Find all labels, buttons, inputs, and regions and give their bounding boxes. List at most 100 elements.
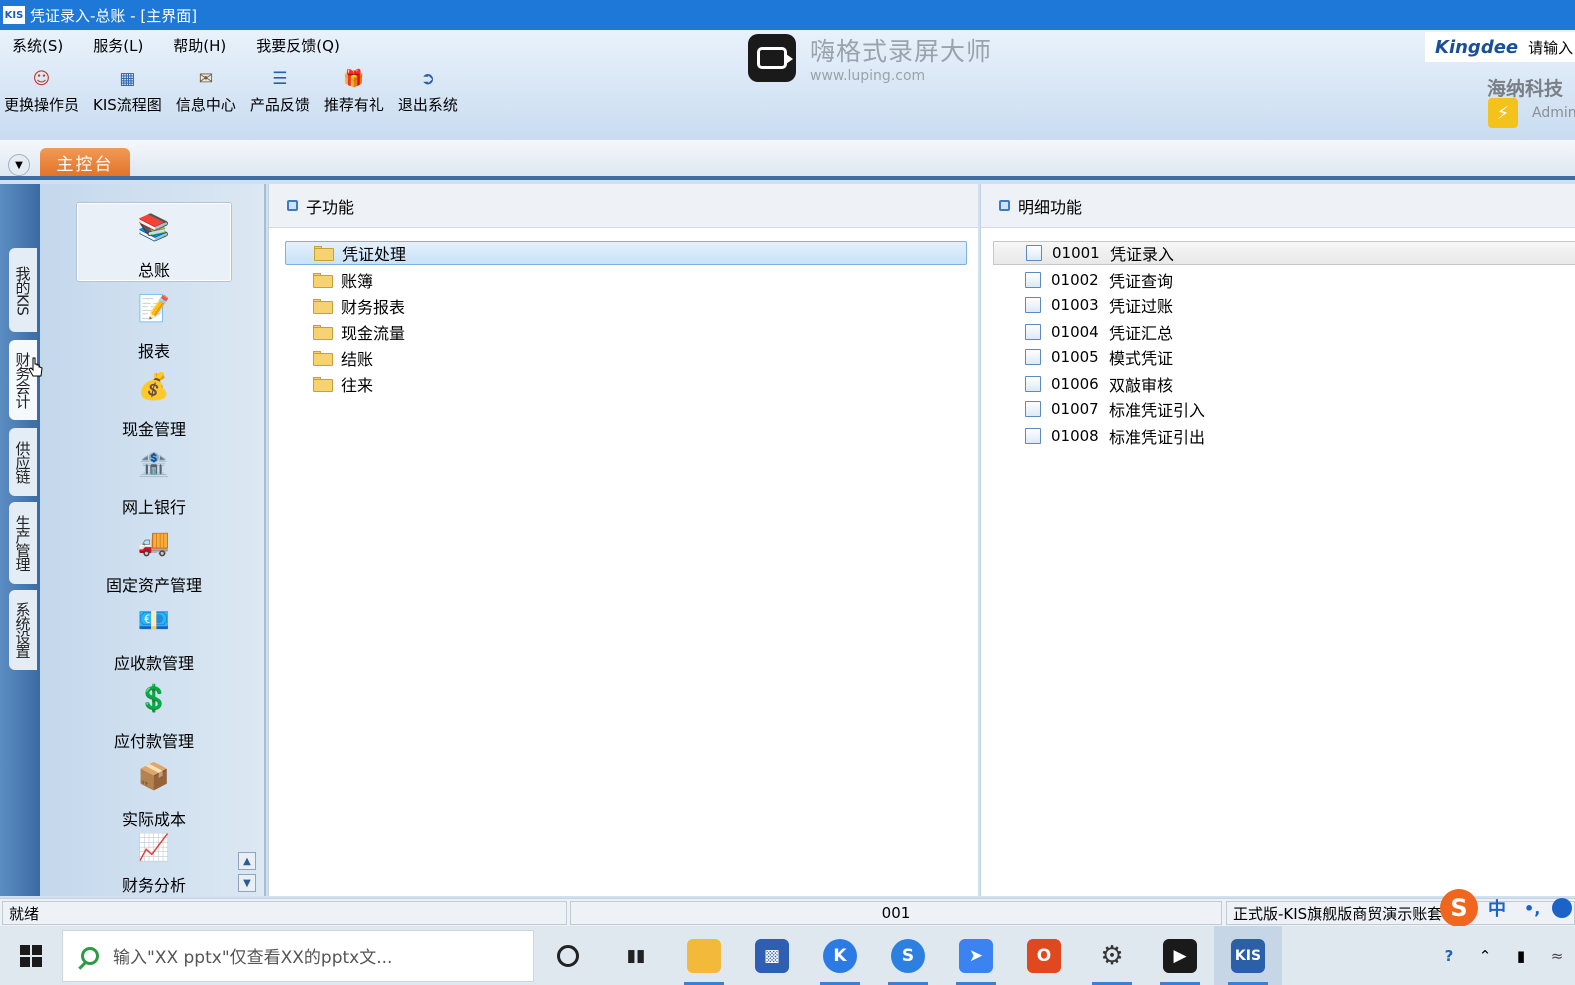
module-receivables[interactable]: 💶 应收款管理 xyxy=(76,596,232,676)
status-text: 就绪 xyxy=(2,901,567,925)
folder-item-voucher-processing[interactable]: 凭证处理 xyxy=(285,241,967,265)
side-tab-production[interactable]: 生产管理 xyxy=(9,502,37,584)
tab-main-console[interactable]: 主控台 xyxy=(40,148,130,176)
microphone-icon[interactable]: ▮ xyxy=(1506,941,1536,971)
sogou-browser-icon: S xyxy=(891,938,925,973)
module-payables[interactable]: 💲 应付款管理 xyxy=(76,674,232,754)
exit-system-button[interactable]: ➲ 退出系统 xyxy=(398,66,458,115)
settings-button[interactable]: ⚙ xyxy=(1078,926,1146,985)
file-explorer-button[interactable] xyxy=(670,926,738,985)
module-general-ledger[interactable]: 📚 总账 xyxy=(76,202,232,282)
help-icon[interactable]: ? xyxy=(1434,941,1464,971)
tab-strip: ▼ 主控台 xyxy=(0,140,1575,180)
menu-service[interactable]: 服务(L) xyxy=(89,33,147,58)
lightning-icon[interactable]: ⚡ xyxy=(1488,98,1518,128)
scroll-down-button[interactable]: ▼ xyxy=(238,874,256,892)
start-button[interactable] xyxy=(0,926,62,985)
title-bar: KIS 凭证录入-总账 - [主界面] xyxy=(0,0,1575,30)
detail-item-standard-voucher-export[interactable]: 01008 标准凭证引出 xyxy=(1025,424,1205,448)
kingdee-logo: Kingdee xyxy=(1435,36,1519,58)
recorder-watermark: 嗨格式录屏大师 www.luping.com xyxy=(748,32,992,84)
kingdee-k-icon: K xyxy=(823,938,857,973)
taskbar-search-input[interactable]: 输入"XX pptx"仅查看XX的pptx文... xyxy=(62,929,534,982)
product-feedback-button[interactable]: ☰ 产品反馈 xyxy=(250,66,310,115)
task-view-icon: ▮▮ xyxy=(626,945,646,966)
side-tab-my-kis[interactable]: 我的KIS xyxy=(9,248,37,332)
search-icon xyxy=(81,946,99,965)
detail-item-voucher-summary[interactable]: 01004 凭证汇总 xyxy=(1025,320,1173,344)
folder-item-financial-report[interactable]: 财务报表 xyxy=(313,294,405,318)
detail-item-standard-voucher-import[interactable]: 01007 标准凭证引入 xyxy=(1025,397,1205,421)
module-online-bank[interactable]: 🏦 网上银行 xyxy=(76,440,232,520)
sogou-ime-icon[interactable]: S xyxy=(1440,889,1478,927)
sub-function-panel: 子功能 凭证处理 账簿 财务报表 现金流量 结账 往来 xyxy=(268,184,978,896)
side-tab-supply-chain[interactable]: 供应链 xyxy=(9,428,37,496)
recorder-url: www.luping.com xyxy=(810,68,926,84)
folder-item-closing[interactable]: 结账 xyxy=(313,346,373,370)
global-search-input[interactable]: 请输入 xyxy=(1528,37,1573,58)
chevron-up-icon[interactable]: ⌃ xyxy=(1470,941,1500,971)
detail-item-double-review[interactable]: 01006 双敲审核 xyxy=(1025,372,1173,396)
ime-toolbar: S 中 •, xyxy=(1440,886,1575,930)
panel-square-icon xyxy=(287,200,298,211)
folder-item-ledger[interactable]: 账簿 xyxy=(313,268,373,292)
side-tab-system-settings[interactable]: 系统设置 xyxy=(9,590,37,670)
module-cash-management[interactable]: 💰 现金管理 xyxy=(76,362,232,442)
recorder-title: 嗨格式录屏大师 xyxy=(810,37,993,66)
detail-item-template-voucher[interactable]: 01005 模式凭证 xyxy=(1025,345,1173,369)
scroll-up-button[interactable]: ▲ xyxy=(238,852,256,870)
side-tab-finance[interactable]: 财务会计 xyxy=(9,340,37,420)
office-button[interactable]: O xyxy=(1010,926,1078,985)
sub-function-header: 子功能 xyxy=(269,184,978,228)
settings-icon: ⚙ xyxy=(1100,940,1124,971)
folder-icon xyxy=(313,350,333,366)
general-ledger-icon: 📚 xyxy=(137,213,171,243)
cortana-icon xyxy=(557,944,579,967)
fixed-assets-icon: 🚚 xyxy=(137,528,171,558)
document-icon xyxy=(1026,245,1042,261)
kis-app-button[interactable]: KIS xyxy=(1214,926,1282,985)
module-fixed-assets[interactable]: 🚚 固定资产管理 xyxy=(76,518,232,598)
sub-function-title: 子功能 xyxy=(306,197,355,217)
cortana-button[interactable] xyxy=(534,926,602,985)
module-actual-cost[interactable]: 📦 实际成本 xyxy=(76,752,232,832)
ime-language-toggle[interactable]: 中 xyxy=(1488,895,1506,921)
menu-feedback[interactable]: 我要反馈(Q) xyxy=(252,33,344,58)
network-button[interactable]: ▩ xyxy=(738,926,806,985)
folder-icon xyxy=(314,245,334,261)
kis-flowchart-button[interactable]: ▦ KIS流程图 xyxy=(93,66,162,115)
recommend-gift-button[interactable]: 🎁 推荐有礼 xyxy=(324,66,384,115)
feishu-button[interactable]: ➤ xyxy=(942,926,1010,985)
change-operator-button[interactable]: ☺ 更换操作员 xyxy=(4,66,79,115)
ime-emoji-icon[interactable] xyxy=(1552,898,1573,918)
chevron-down-icon[interactable]: ▼ xyxy=(8,154,30,176)
wifi-icon[interactable]: ≈ xyxy=(1542,941,1572,971)
menu-help[interactable]: 帮助(H) xyxy=(169,33,230,58)
screen-recorder-button[interactable]: ▶ xyxy=(1146,926,1214,985)
status-bar: 就绪 001 正式版-KIS旗舰版商贸演示账套 xyxy=(0,898,1575,926)
module-report[interactable]: 📝 报表 xyxy=(76,284,232,364)
detail-item-voucher-entry[interactable]: 01001 凭证录入 xyxy=(993,241,1575,265)
kingdee-app-button[interactable]: K xyxy=(806,926,874,985)
user-info: ⚡ Admin xyxy=(1488,98,1575,128)
detail-function-panel: 明细功能 01001 凭证录入 01002 凭证查询 01003 凭证过账 01… xyxy=(980,184,1575,896)
menu-system[interactable]: 系统(S) xyxy=(8,33,67,58)
document-icon xyxy=(1025,376,1041,392)
detail-function-header: 明细功能 xyxy=(981,184,1575,228)
message-center-button[interactable]: ✉ 信息中心 xyxy=(176,66,236,115)
account-code: 001 xyxy=(570,901,1222,925)
detail-item-voucher-posting[interactable]: 01003 凭证过账 xyxy=(1025,293,1173,317)
module-financial-analysis[interactable]: 📈 财务分析 xyxy=(76,828,232,896)
ime-punctuation-toggle[interactable]: •, xyxy=(1524,899,1540,918)
task-view-button[interactable]: ▮▮ xyxy=(602,926,670,985)
user-name: Admin xyxy=(1532,105,1575,121)
kis-icon: KIS xyxy=(1231,938,1265,973)
sogou-browser-button[interactable]: S xyxy=(874,926,942,985)
folder-item-cash-flow[interactable]: 现金流量 xyxy=(313,320,405,344)
window-title: 凭证录入-总账 - [主界面] xyxy=(30,6,198,25)
menu-bar: 系统(S) 服务(L) 帮助(H) 我要反馈(Q) xyxy=(0,30,366,60)
side-tab-bar: 我的KIS 财务会计 供应链 生产管理 系统设置 xyxy=(0,184,40,896)
detail-item-voucher-query[interactable]: 01002 凭证查询 xyxy=(1025,268,1173,292)
change-operator-icon: ☺ xyxy=(32,69,51,89)
folder-item-transactions[interactable]: 往来 xyxy=(313,372,373,396)
